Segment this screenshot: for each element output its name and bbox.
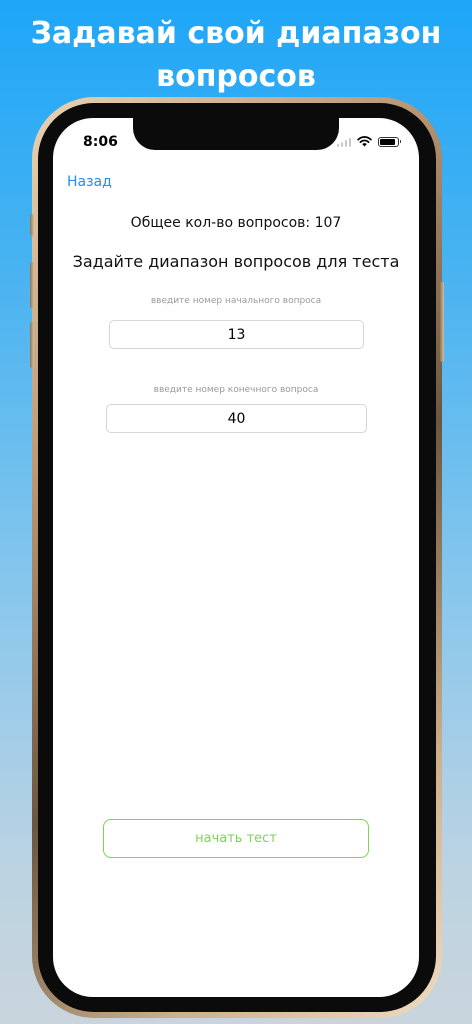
wifi-icon <box>357 136 372 147</box>
power-button <box>440 282 444 362</box>
range-title: Задайте диапазон вопросов для теста <box>72 252 400 271</box>
status-time: 8:06 <box>83 134 118 150</box>
phone-screen: 8:06 Назад Общее кол-во вопросов: 107 За… <box>53 118 419 997</box>
battery-icon <box>378 136 401 147</box>
status-icons <box>336 136 401 147</box>
promo-headline-line2: вопросов <box>156 59 316 94</box>
volume-down-button <box>30 322 34 368</box>
mute-switch <box>30 214 34 236</box>
promo-headline-line1: Задавай свой диапазон <box>30 16 442 51</box>
end-question-hint: введите номер конечного вопроса <box>153 385 319 395</box>
back-button[interactable]: Назад <box>67 174 112 190</box>
start-question-hint: введите номер начального вопроса <box>150 296 322 306</box>
start-test-button[interactable]: начать тест <box>103 819 369 858</box>
notch <box>133 118 339 150</box>
volume-up-button <box>30 262 34 308</box>
signal-icon <box>336 137 351 147</box>
total-questions-label: Общее кол-во вопросов: 107 <box>130 215 342 231</box>
start-question-input[interactable] <box>109 320 364 349</box>
end-question-input[interactable] <box>106 404 367 433</box>
promo-headline: Задавай свой диапазон вопросов <box>0 12 472 98</box>
